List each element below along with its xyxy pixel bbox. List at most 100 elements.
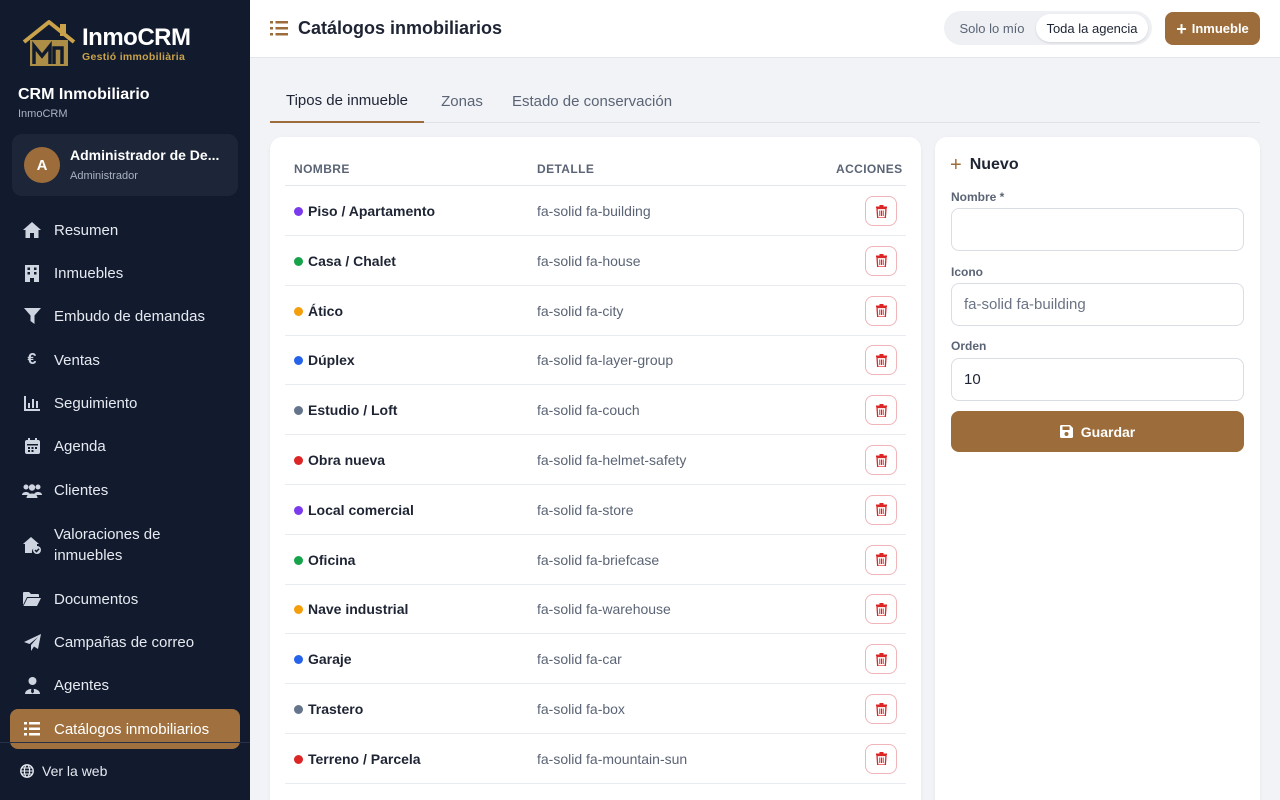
euro-icon: €	[27, 351, 37, 368]
row-name: Casa / Chalet	[308, 252, 396, 269]
trash-icon	[875, 602, 887, 616]
house-check-icon	[22, 535, 42, 555]
sidebar-item-label: Documentos	[54, 590, 139, 608]
catalog-tabs: Tipos de inmueble Zonas Estado de conser…	[270, 80, 1260, 123]
row-detail: fa-solid fa-house	[537, 252, 641, 269]
delete-button[interactable]	[865, 345, 897, 376]
trash-icon	[875, 752, 887, 766]
color-dot	[294, 655, 303, 665]
sidebar-item-campanas[interactable]: Campañas de correo	[10, 622, 240, 662]
row-detail: fa-solid fa-mountain-sun	[537, 750, 688, 767]
row-detail: fa-solid fa-building	[537, 203, 651, 219]
trash-icon	[875, 702, 887, 716]
table-row: Trastero fa-solid fa-box	[285, 684, 906, 734]
list-icon	[22, 719, 42, 739]
sidebar-item-documentos[interactable]: Documentos	[10, 579, 240, 619]
order-input[interactable]	[951, 358, 1244, 401]
name-input[interactable]	[951, 208, 1244, 251]
table-row: Casa / Chalet fa-solid fa-house	[285, 236, 906, 286]
sidebar-item-embudo[interactable]: Embudo de demandas	[10, 296, 240, 336]
delete-button[interactable]	[865, 743, 897, 774]
sidebar-item-label: Agenda	[54, 437, 106, 455]
color-dot	[294, 605, 303, 615]
form-title-text: Nuevo	[969, 156, 1019, 173]
sidebar-item-label: Inmuebles	[54, 264, 124, 282]
save-button[interactable]: Guardar	[951, 411, 1244, 452]
page-title-text: Catálogos inmobiliarios	[298, 18, 503, 38]
trash-icon	[875, 353, 887, 367]
row-name: Ático	[308, 302, 343, 319]
color-dot	[294, 356, 303, 366]
table-row: Terreno / Parcela fa-solid fa-mountain-su…	[285, 734, 906, 784]
table-row: Oficina fa-solid fa-briefcase	[285, 535, 906, 585]
scope-mine-button[interactable]: Solo lo mío	[948, 14, 1036, 42]
row-detail: fa-solid fa-store	[537, 501, 634, 518]
property-types-table: NOMBRE DETALLE ACCIONES Piso / Apartamen…	[270, 137, 921, 800]
delete-button[interactable]	[865, 245, 897, 276]
form-title: + Nuevo	[950, 155, 1019, 175]
sidebar-item-agentes[interactable]: Agentes	[10, 665, 240, 705]
delete-button[interactable]	[865, 644, 897, 675]
order-label: Orden	[951, 339, 987, 353]
delete-button[interactable]	[865, 445, 897, 475]
add-property-button[interactable]: + Inmueble	[1165, 12, 1260, 45]
delete-button[interactable]	[865, 494, 897, 525]
row-name: Estudio / Loft	[308, 402, 398, 419]
filter-icon	[22, 306, 42, 326]
plus-icon: +	[1176, 18, 1187, 39]
paper-plane-icon	[22, 632, 42, 652]
row-name: Obra nueva	[308, 452, 386, 468]
row-name: Terreno / Parcela	[308, 750, 421, 767]
tab-estado-conservacion[interactable]: Estado de conservación	[506, 80, 678, 122]
delete-button[interactable]	[865, 196, 897, 226]
tab-zonas[interactable]: Zonas	[432, 80, 492, 122]
sidebar-item-label: Resumen	[54, 221, 119, 239]
page-title: Catálogos inmobiliarios	[270, 18, 502, 39]
trash-icon	[875, 204, 887, 218]
delete-button[interactable]	[865, 295, 897, 326]
logo[interactable]: InmoCRM Gestió immobiliària	[20, 18, 191, 70]
delete-button[interactable]	[865, 395, 897, 426]
sidebar-item-agenda[interactable]: Agenda	[10, 426, 240, 466]
avatar: A	[24, 147, 60, 183]
row-detail: fa-solid fa-layer-group	[537, 352, 674, 369]
sidebar-item-seguimiento[interactable]: Seguimiento	[10, 383, 240, 423]
color-dot	[294, 505, 303, 515]
logo-title: InmoCRM	[82, 23, 191, 51]
delete-button[interactable]	[865, 544, 897, 575]
color-dot	[294, 256, 303, 266]
sidebar-item-valoraciones[interactable]: Valoraciones de inmuebles	[10, 519, 240, 571]
trash-icon	[875, 453, 887, 467]
user-card[interactable]: A Administrador de De... Administrador	[12, 134, 238, 196]
building-icon	[22, 263, 42, 283]
sidebar-item-label: Clientes	[54, 481, 109, 499]
delete-button[interactable]	[865, 694, 897, 724]
icon-input[interactable]	[951, 283, 1244, 326]
user-tie-icon	[22, 675, 42, 695]
color-dot	[294, 555, 303, 565]
add-property-label: Inmueble	[1191, 21, 1249, 36]
globe-icon	[20, 764, 34, 778]
sidebar-item-label: Ventas	[54, 351, 100, 369]
trash-icon	[875, 503, 887, 517]
row-detail: fa-solid fa-car	[537, 651, 622, 668]
tab-tipos-inmueble[interactable]: Tipos de inmueble	[270, 80, 424, 123]
row-name: Dúplex	[308, 352, 355, 369]
sidebar-item-clientes[interactable]: Clientes	[10, 470, 240, 510]
scope-agency-button[interactable]: Toda la agencia	[1036, 14, 1148, 42]
sidebar-item-resumen[interactable]: Resumen	[10, 210, 240, 250]
trash-icon	[875, 652, 887, 666]
logo-house-icon	[20, 18, 78, 70]
trash-icon	[875, 304, 887, 318]
sidebar-item-inmuebles[interactable]: Inmuebles	[10, 253, 240, 293]
view-website-link[interactable]: Ver la web	[20, 763, 107, 779]
row-name: Oficina	[308, 551, 356, 568]
sidebar-footer: Ver la web	[0, 742, 250, 800]
table-row: Ático fa-solid fa-city	[285, 286, 906, 336]
user-name: Administrador de De...	[70, 147, 220, 163]
sidebar-item-ventas[interactable]: € Ventas	[10, 340, 240, 380]
chart-icon	[22, 393, 42, 413]
row-detail: fa-solid fa-briefcase	[537, 551, 660, 568]
delete-button[interactable]	[865, 594, 897, 625]
column-header-detalle: DETALLE	[537, 162, 595, 176]
